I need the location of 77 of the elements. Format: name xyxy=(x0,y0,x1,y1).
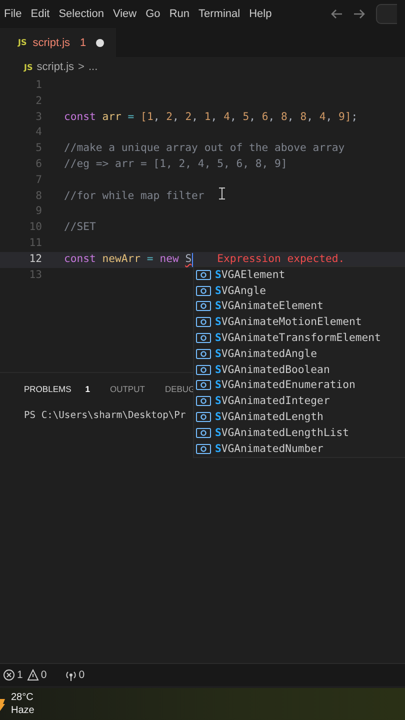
variable-symbol-icon xyxy=(196,412,211,422)
editor-tab[interactable]: JS script.js 1 xyxy=(0,28,116,57)
code-line: //SET xyxy=(64,220,96,236)
menu-item[interactable]: Terminal xyxy=(198,8,248,20)
panel-tab[interactable]: OUTPUT xyxy=(110,384,145,396)
variable-symbol-icon xyxy=(196,428,211,438)
variable-symbol-icon xyxy=(196,333,211,344)
suggestion-item[interactable]: SVGAnimatedEnumeration xyxy=(215,379,356,392)
line-number: 8 xyxy=(34,188,42,204)
suggestion-item[interactable]: SVGAElement xyxy=(215,268,286,281)
code-line: //eg => arr = [1, 2, 4, 5, 6, 8, 9] xyxy=(64,156,288,172)
weather-condition: Haze xyxy=(11,704,34,717)
problem-count: 1 xyxy=(85,384,90,394)
line-number: 5 xyxy=(34,141,42,156)
line-number: 2 xyxy=(34,94,42,109)
back-arrow-icon xyxy=(330,8,343,20)
line-number: 11 xyxy=(28,236,42,251)
line-number: 7 xyxy=(34,172,42,188)
variable-symbol-icon xyxy=(196,396,211,406)
variable-symbol-icon xyxy=(196,364,211,375)
error-count[interactable]: 1 xyxy=(3,669,23,681)
suggestion-item[interactable]: SVGAnimatedNumber xyxy=(215,442,324,455)
weather-icon xyxy=(0,697,6,711)
menu-item[interactable]: File xyxy=(4,8,29,20)
code-line: const arr = [1, 2, 2, 1, 4, 5, 6, 8, 8, 4, 9]; xyxy=(64,110,358,125)
variable-symbol-icon xyxy=(196,301,211,312)
temperature: 28°C xyxy=(11,691,34,704)
menu-item[interactable]: Run xyxy=(169,8,196,20)
variable-symbol-icon xyxy=(196,270,211,280)
menu-item[interactable]: Help xyxy=(249,8,279,20)
line-number: 6 xyxy=(34,156,42,172)
menu-item[interactable]: Go xyxy=(146,8,168,20)
variable-symbol-icon xyxy=(196,317,211,328)
menu-item[interactable]: Edit xyxy=(30,8,57,20)
error-message: Expression expected. xyxy=(217,252,345,267)
breadcrumb-separator: > xyxy=(78,61,84,73)
suggestion-item[interactable]: SVGAnimateElement xyxy=(215,300,324,312)
forward-arrow-icon xyxy=(353,8,366,20)
suggestion-item[interactable]: SVGAnimatedInteger xyxy=(215,395,330,408)
line-number: 1 xyxy=(34,78,42,93)
suggestion-item[interactable]: SVGAnimateMotionElement xyxy=(215,316,362,328)
suggestion-item[interactable]: SVGAnimateTransformElement xyxy=(215,332,381,344)
line-number: 4 xyxy=(34,125,42,140)
code-line: const newArr = new S xyxy=(64,252,192,267)
line-number: 3 xyxy=(34,110,42,125)
text-cursor-icon xyxy=(218,187,226,200)
line-number: 12 xyxy=(28,252,42,267)
js-file-icon: JS xyxy=(18,38,27,47)
code-line: //make a unique array out of the above array xyxy=(64,141,345,156)
ports-count[interactable]: 0 xyxy=(64,669,85,681)
variable-symbol-icon xyxy=(196,444,211,454)
variable-symbol-icon xyxy=(196,348,211,359)
line-number: 13 xyxy=(28,268,42,283)
suggestion-item[interactable]: SVGAnimatedBoolean xyxy=(215,364,330,376)
error-icon xyxy=(3,669,15,681)
panel-tab[interactable]: PROBLEMS 1 xyxy=(24,384,90,396)
suggestion-item[interactable]: SVGAnimatedAngle xyxy=(215,348,318,360)
suggestion-item[interactable]: SVGAnimatedLength xyxy=(215,411,324,424)
broadcast-icon xyxy=(64,669,77,681)
variable-symbol-icon xyxy=(196,286,211,296)
warning-icon xyxy=(26,669,39,681)
suggestion-item[interactable]: SVGAnimatedLengthList xyxy=(215,426,349,439)
variable-symbol-icon xyxy=(196,380,211,390)
line-number: 9 xyxy=(34,204,42,220)
terminal-prompt: PS C:\Users\sharm\Desktop\Pr xyxy=(24,410,186,421)
text-cursor xyxy=(192,252,194,267)
warning-count[interactable]: 0 xyxy=(26,669,47,681)
breadcrumb-item[interactable]: script.js xyxy=(36,61,74,73)
search-field[interactable] xyxy=(376,4,397,24)
code-line: //for while map filter xyxy=(64,188,204,204)
menu-item[interactable]: Selection xyxy=(58,8,111,20)
js-file-icon: JS xyxy=(24,62,33,72)
suggestion-item[interactable]: SVGAngle xyxy=(215,284,266,297)
menu-item[interactable]: View xyxy=(112,8,144,20)
problem-count: 1 xyxy=(80,36,86,48)
breadcrumb-item[interactable]: ... xyxy=(88,61,98,73)
line-number: 10 xyxy=(28,220,42,236)
